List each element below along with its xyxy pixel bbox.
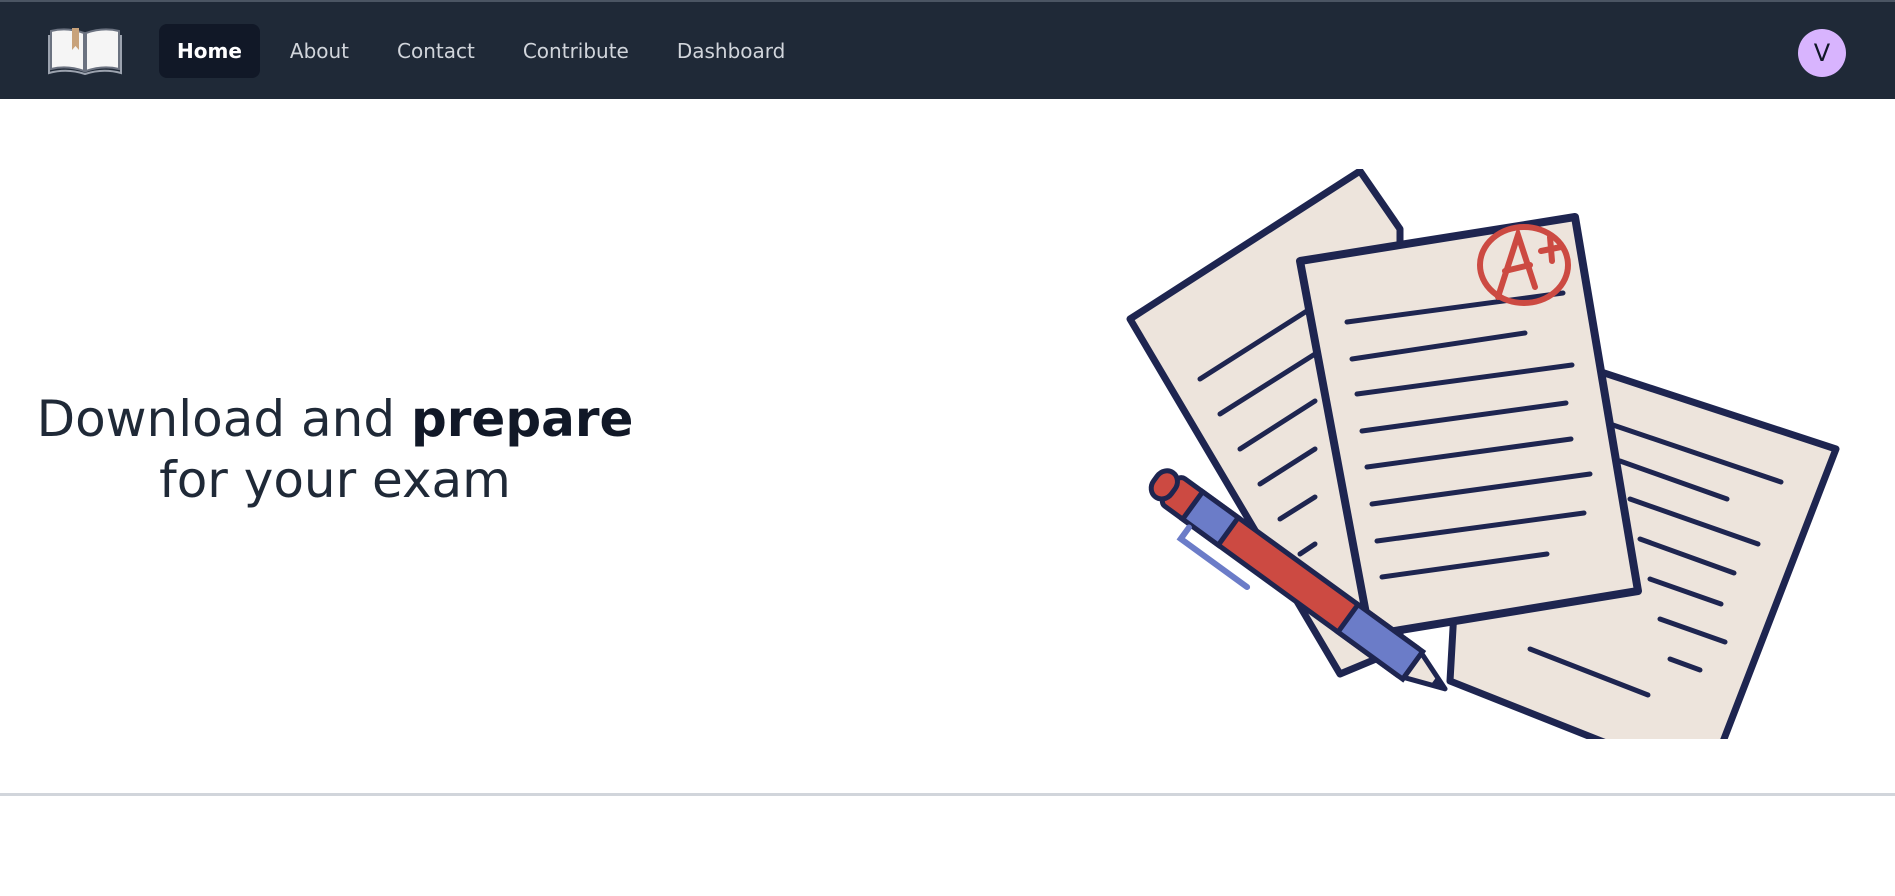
hero-title: Download and prepare for your exam xyxy=(30,389,640,511)
hero-title-part1: Download and xyxy=(36,390,411,448)
nav-home-link[interactable]: Home xyxy=(159,24,260,78)
user-avatar[interactable]: V xyxy=(1798,29,1846,77)
open-book-icon[interactable] xyxy=(46,24,124,76)
section-divider xyxy=(0,793,1895,796)
exam-papers-with-pen-illustration xyxy=(1110,167,1850,787)
main-nav: Home About Contact Contribute Dashboard xyxy=(159,24,803,78)
top-navbar: Home About Contact Contribute Dashboard … xyxy=(0,2,1895,99)
hero-section: Download and prepare for your exam xyxy=(0,99,1895,793)
nav-contribute-link[interactable]: Contribute xyxy=(505,24,647,78)
nav-contact-link[interactable]: Contact xyxy=(379,24,493,78)
hero-title-part3: for your exam xyxy=(159,451,511,509)
hero-title-emphasis: prepare xyxy=(410,390,634,448)
nav-dashboard-link[interactable]: Dashboard xyxy=(659,24,804,78)
nav-about-link[interactable]: About xyxy=(272,24,367,78)
